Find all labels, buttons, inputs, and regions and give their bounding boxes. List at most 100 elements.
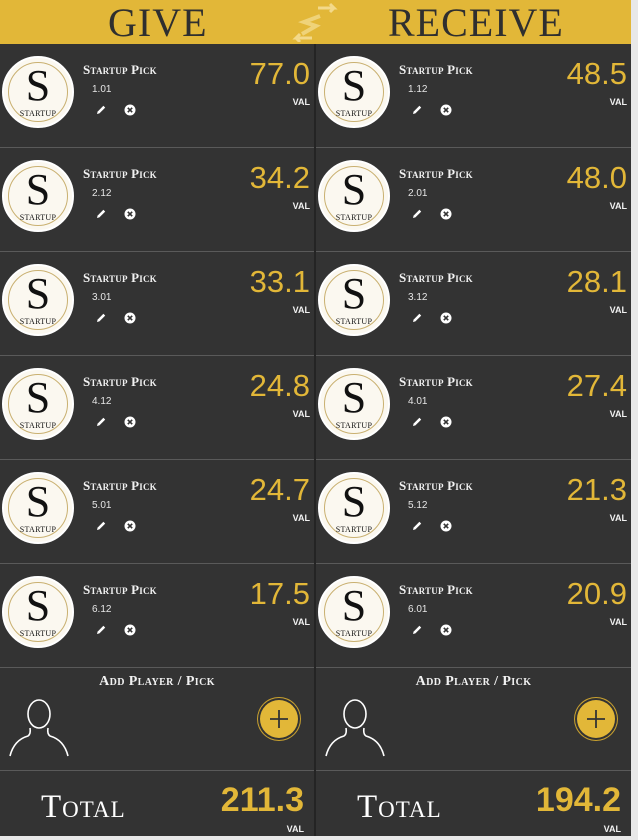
value-unit-label: VAL (292, 305, 310, 315)
pencil-icon[interactable] (95, 312, 107, 324)
startup-logo: S STARTUP (2, 160, 74, 232)
logo-letter: S (25, 477, 51, 526)
asset-name: Startup Pick (83, 478, 157, 493)
asset-card: S STARTUP Startup Pick 6.12 17.5 VAL (0, 564, 314, 668)
remove-x-icon[interactable] (124, 416, 136, 428)
logo-word: STARTUP (19, 109, 57, 118)
asset-value: 20.9 (566, 576, 627, 611)
pencil-icon[interactable] (411, 208, 423, 220)
logo-letter: S (25, 165, 51, 214)
pencil-icon[interactable] (95, 104, 107, 116)
logo-word: STARTUP (19, 317, 57, 326)
asset-slot: 3.01 (92, 292, 112, 303)
remove-x-icon[interactable] (124, 624, 136, 636)
pencil-icon[interactable] (411, 416, 423, 428)
asset-card: S STARTUP Startup Pick 2.12 34.2 VAL (0, 148, 314, 252)
pencil-icon[interactable] (411, 312, 423, 324)
trade-header: GIVE RECEIVE (0, 0, 631, 45)
remove-x-icon[interactable] (440, 624, 452, 636)
startup-logo: S STARTUP (318, 160, 390, 232)
value-unit-label: VAL (609, 305, 627, 315)
startup-logo: S STARTUP (318, 56, 390, 128)
logo-letter: S (25, 269, 51, 318)
swap-arrows-icon[interactable] (290, 2, 340, 42)
asset-card: S STARTUP Startup Pick 6.01 20.9 VAL (316, 564, 631, 668)
value-unit-label: VAL (292, 513, 310, 523)
remove-x-icon[interactable] (124, 312, 136, 324)
logo-word: STARTUP (335, 317, 373, 326)
trade-calculator: GIVE RECEIVE S STARTUP Startup Pick 1.01… (0, 0, 631, 836)
logo-letter: S (341, 477, 367, 526)
asset-name: Startup Pick (399, 582, 473, 597)
logo-letter: S (341, 373, 367, 422)
asset-slot: 5.12 (408, 500, 428, 511)
asset-name: Startup Pick (83, 166, 157, 181)
logo-word: STARTUP (335, 525, 373, 534)
plus-icon (270, 710, 288, 728)
logo-letter: S (341, 581, 367, 630)
value-unit-label: VAL (292, 617, 310, 627)
add-asset-button[interactable] (260, 700, 298, 738)
person-silhouette-icon (325, 699, 385, 757)
asset-name: Startup Pick (399, 166, 473, 181)
logo-letter: S (341, 269, 367, 318)
asset-card: S STARTUP Startup Pick 5.01 24.7 VAL (0, 460, 314, 564)
remove-x-icon[interactable] (440, 520, 452, 532)
pencil-icon[interactable] (411, 104, 423, 116)
receive-title: RECEIVE (388, 0, 564, 45)
remove-x-icon[interactable] (124, 104, 136, 116)
asset-value: 27.4 (566, 368, 627, 403)
add-asset-button[interactable] (577, 700, 615, 738)
value-unit-label: VAL (609, 409, 627, 419)
asset-value: 34.2 (249, 160, 310, 195)
remove-x-icon[interactable] (440, 416, 452, 428)
total-value: 194.2 (535, 781, 621, 819)
logo-letter: S (25, 373, 51, 422)
asset-slot: 1.01 (92, 84, 112, 95)
total-value-unit-label: VAL (603, 824, 621, 834)
asset-card: S STARTUP Startup Pick 4.01 27.4 VAL (316, 356, 631, 460)
asset-slot: 6.12 (92, 604, 112, 615)
asset-name: Startup Pick (399, 374, 473, 389)
asset-slot: 6.01 (408, 604, 428, 615)
pencil-icon[interactable] (411, 520, 423, 532)
total-row: Total 211.3 VAL (0, 771, 314, 837)
value-unit-label: VAL (609, 97, 627, 107)
asset-card: S STARTUP Startup Pick 3.01 33.1 VAL (0, 252, 314, 356)
logo-letter: S (341, 61, 367, 110)
pencil-icon[interactable] (95, 416, 107, 428)
logo-word: STARTUP (19, 629, 57, 638)
total-value-unit-label: VAL (286, 824, 304, 834)
asset-card: S STARTUP Startup Pick 2.01 48.0 VAL (316, 148, 631, 252)
remove-x-icon[interactable] (124, 520, 136, 532)
asset-value: 17.5 (249, 576, 310, 611)
add-asset-row: Add Player / Pick (316, 668, 631, 771)
asset-value: 21.3 (566, 472, 627, 507)
startup-logo: S STARTUP (2, 264, 74, 336)
pencil-icon[interactable] (95, 520, 107, 532)
logo-word: STARTUP (19, 525, 57, 534)
asset-value: 28.1 (566, 264, 627, 299)
pencil-icon[interactable] (95, 624, 107, 636)
asset-slot: 2.01 (408, 188, 428, 199)
add-asset-row: Add Player / Pick (0, 668, 314, 771)
remove-x-icon[interactable] (440, 312, 452, 324)
asset-card: S STARTUP Startup Pick 5.12 21.3 VAL (316, 460, 631, 564)
asset-value: 48.0 (566, 160, 627, 195)
asset-name: Startup Pick (399, 478, 473, 493)
asset-card: S STARTUP Startup Pick 3.12 28.1 VAL (316, 252, 631, 356)
asset-name: Startup Pick (399, 270, 473, 285)
logo-word: STARTUP (335, 109, 373, 118)
asset-slot: 5.01 (92, 500, 112, 511)
value-unit-label: VAL (292, 97, 310, 107)
remove-x-icon[interactable] (124, 208, 136, 220)
asset-name: Startup Pick (83, 270, 157, 285)
startup-logo: S STARTUP (318, 576, 390, 648)
pencil-icon[interactable] (411, 624, 423, 636)
remove-x-icon[interactable] (440, 104, 452, 116)
pencil-icon[interactable] (95, 208, 107, 220)
logo-letter: S (25, 581, 51, 630)
asset-name: Startup Pick (83, 374, 157, 389)
value-unit-label: VAL (609, 513, 627, 523)
remove-x-icon[interactable] (440, 208, 452, 220)
